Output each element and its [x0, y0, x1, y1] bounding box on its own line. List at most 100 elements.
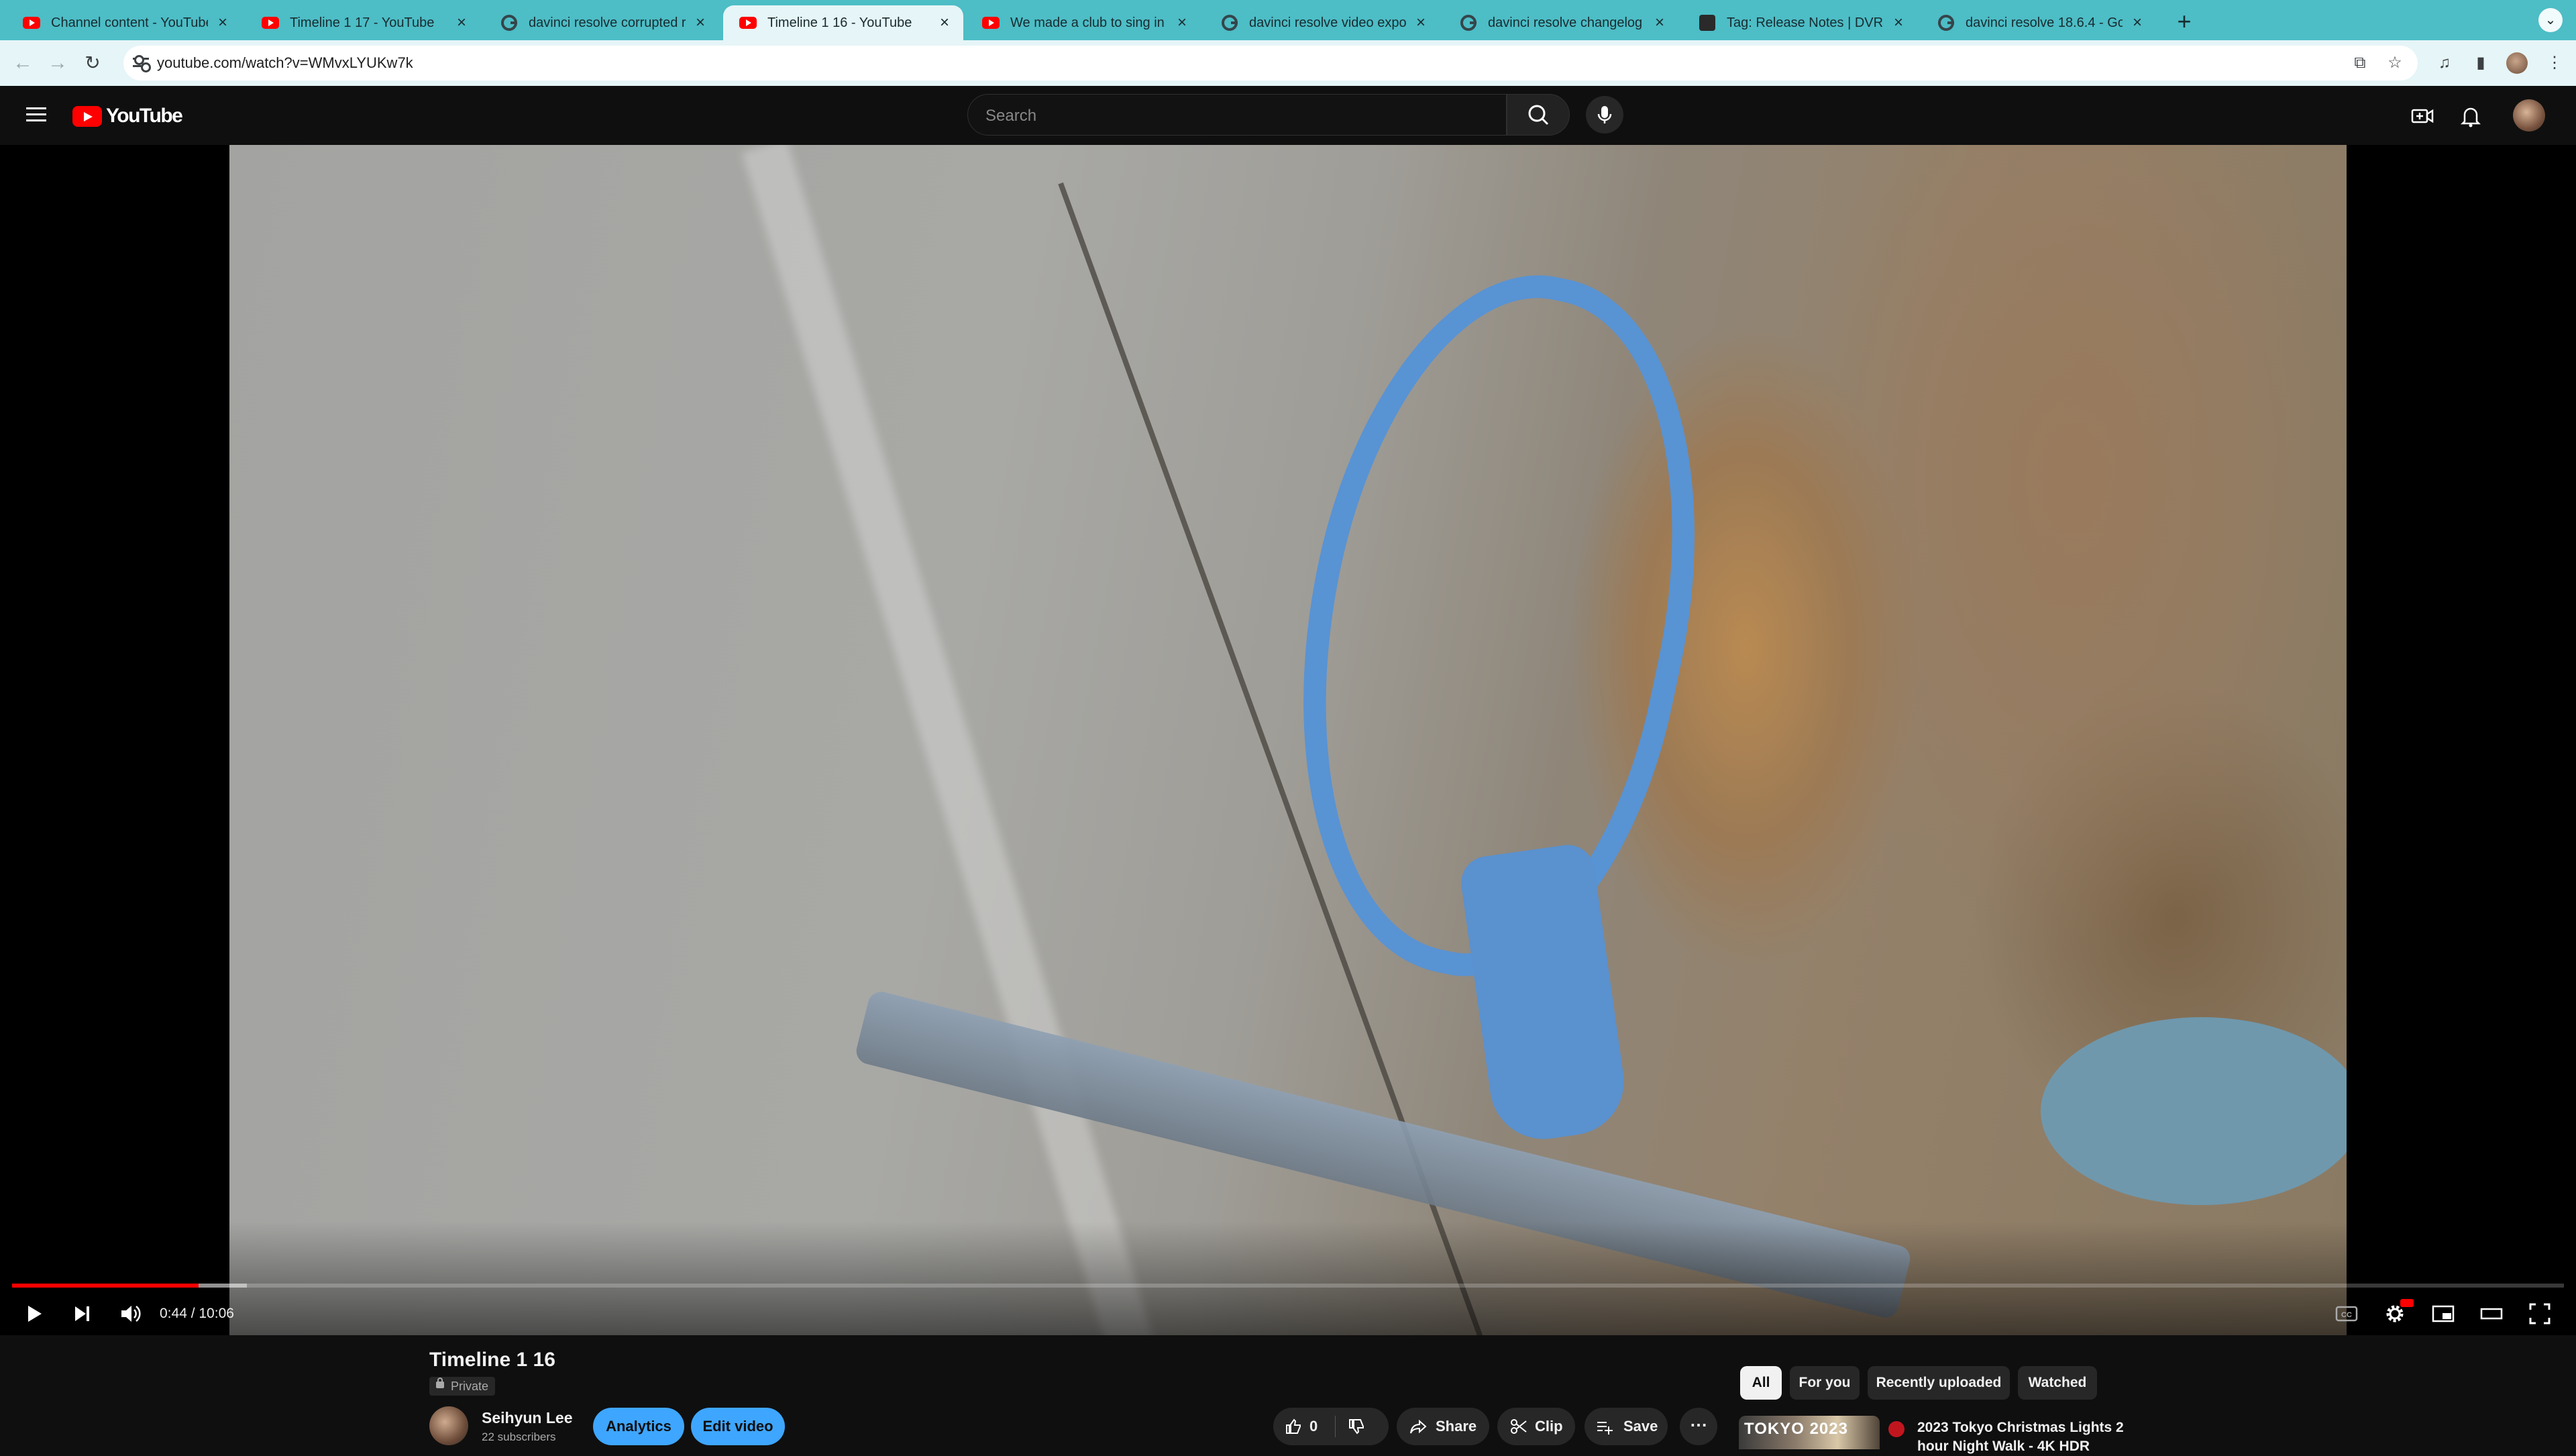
recommendation-thumbnail[interactable]: TOKYO 2023	[1739, 1416, 1880, 1449]
dvresolve-favicon-icon	[1699, 14, 1716, 32]
lock-icon	[436, 1377, 444, 1388]
search-button[interactable]	[1507, 94, 1570, 136]
hd-badge-icon	[2400, 1299, 2414, 1307]
media-controls-icon[interactable]: ♫	[2434, 52, 2455, 74]
more-menu-icon[interactable]: ⋮	[2544, 52, 2565, 74]
progress-bar[interactable]	[12, 1284, 2564, 1288]
google-favicon-icon	[1937, 14, 1955, 32]
notifications-bell-icon[interactable]	[2458, 103, 2483, 129]
thumbnail-text: TOKYO 2023	[1744, 1420, 1848, 1438]
theater-mode-icon[interactable]	[2475, 1298, 2508, 1330]
browser-profile-avatar[interactable]	[2506, 52, 2528, 74]
save-playlist-add-icon	[1597, 1422, 1613, 1435]
address-bar[interactable]: youtube.com/watch?v=WMvxLYUKw7k ⧉ ☆	[123, 46, 2418, 81]
site-info-tune-icon[interactable]	[131, 54, 152, 72]
close-icon[interactable]: ×	[1889, 13, 1908, 32]
close-icon[interactable]: ×	[691, 13, 710, 32]
clip-button[interactable]: Clip	[1497, 1408, 1575, 1445]
tab-dvresolve-release-notes[interactable]: Tag: Release Notes | DVResolve ×	[1682, 5, 1917, 40]
youtube-favicon-icon	[262, 14, 279, 32]
search-input[interactable]: Search	[967, 94, 1507, 136]
channel-badge-icon	[1888, 1421, 1904, 1437]
close-icon[interactable]: ×	[2128, 13, 2147, 32]
next-video-icon[interactable]	[66, 1298, 98, 1330]
share-label: Share	[1436, 1418, 1477, 1435]
chip-all[interactable]: All	[1740, 1366, 1782, 1400]
tab-timeline-1-17[interactable]: Timeline 1 17 - YouTube ×	[246, 5, 480, 40]
subtitles-cc-icon[interactable]: CC	[2330, 1298, 2363, 1330]
voice-search-button[interactable]	[1586, 96, 1623, 134]
volume-icon[interactable]	[114, 1298, 146, 1330]
analytics-button[interactable]: Analytics	[593, 1408, 684, 1445]
recommendation-title[interactable]: 2023 Tokyo Christmas Lights 2 hour Night…	[1917, 1418, 2145, 1456]
close-icon[interactable]: ×	[1173, 13, 1191, 32]
tab-title: davinci resolve changelog - Google	[1488, 15, 1645, 30]
reload-icon[interactable]: ↻	[79, 50, 106, 76]
forward-arrow-icon[interactable]: →	[44, 50, 71, 76]
youtube-logo[interactable]: YouTube	[72, 105, 183, 127]
miniplayer-icon[interactable]	[2427, 1298, 2459, 1330]
youtube-favicon-icon	[982, 14, 1000, 32]
close-icon[interactable]: ×	[452, 13, 471, 32]
progress-played	[12, 1284, 199, 1288]
account-avatar[interactable]	[2513, 99, 2545, 132]
back-arrow-icon[interactable]: ←	[9, 50, 36, 76]
channel-name[interactable]: Seihyun Lee	[482, 1409, 572, 1427]
create-video-icon[interactable]	[2410, 103, 2435, 129]
chip-for-you[interactable]: For you	[1790, 1366, 1860, 1400]
youtube-favicon-icon	[739, 14, 757, 32]
tab-google-search-18-6-4[interactable]: davinci resolve 18.6.4 - Google ×	[1921, 5, 2156, 40]
video-title: Timeline 1 16	[429, 1349, 555, 1371]
google-favicon-icon	[500, 14, 518, 32]
tab-search-chevron-icon[interactable]: ⌄	[2538, 8, 2563, 32]
side-panel-icon[interactable]: ▮	[2470, 52, 2491, 74]
thumbs-down-icon[interactable]	[1347, 1417, 1366, 1436]
close-icon[interactable]: ×	[1411, 13, 1430, 32]
close-icon[interactable]: ×	[1650, 13, 1669, 32]
thumbs-up-icon[interactable]	[1284, 1417, 1303, 1436]
tab-club-to-sing[interactable]: We made a club to sing in school ×	[966, 5, 1201, 40]
close-icon[interactable]: ×	[935, 13, 954, 32]
chip-recently-uploaded[interactable]: Recently uploaded	[1868, 1366, 2010, 1400]
chip-watched[interactable]: Watched	[2018, 1366, 2097, 1400]
bookmark-star-icon[interactable]: ☆	[2385, 54, 2404, 72]
share-button[interactable]: Share	[1397, 1408, 1489, 1445]
url-text[interactable]: youtube.com/watch?v=WMvxLYUKw7k	[157, 54, 413, 72]
google-favicon-icon	[1460, 14, 1477, 32]
tab-channel-content[interactable]: Channel content - YouTube Studio ×	[7, 5, 241, 40]
like-count[interactable]: 0	[1309, 1408, 1318, 1445]
close-icon[interactable]: ×	[213, 13, 232, 32]
save-button[interactable]: Save	[1585, 1408, 1668, 1445]
save-label: Save	[1623, 1418, 1658, 1435]
tab-title: Tag: Release Notes | DVResolve	[1727, 15, 1884, 30]
microphone-icon	[1597, 106, 1612, 123]
channel-avatar[interactable]	[429, 1406, 468, 1445]
install-app-icon[interactable]: ⧉	[2351, 54, 2369, 72]
clip-label: Clip	[1535, 1418, 1563, 1435]
play-icon[interactable]	[17, 1298, 50, 1330]
video-player[interactable]: 0:44 / 10:06 CC	[0, 145, 2576, 1335]
fullscreen-icon[interactable]	[2524, 1298, 2556, 1330]
google-favicon-icon	[1221, 14, 1238, 32]
like-dislike-group: 0	[1273, 1408, 1389, 1445]
tab-google-search-export[interactable]: davinci resolve video export - Google ×	[1205, 5, 1440, 40]
edit-video-button[interactable]: Edit video	[691, 1408, 785, 1445]
new-tab-plus-icon[interactable]: +	[2171, 8, 2198, 35]
share-arrow-icon	[1410, 1419, 1427, 1434]
search-icon	[1528, 105, 1549, 125]
tab-title: davinci resolve 18.6.4 - Google	[1966, 15, 2123, 30]
tab-timeline-1-16-active[interactable]: Timeline 1 16 - YouTube ×	[723, 5, 963, 40]
tab-title: Channel content - YouTube Studio	[51, 15, 208, 30]
tab-google-search-corrupted[interactable]: davinci resolve corrupted render ×	[484, 5, 719, 40]
tab-google-search-changelog[interactable]: davinci resolve changelog - Google ×	[1444, 5, 1678, 40]
menu-hamburger-icon[interactable]	[24, 105, 48, 125]
visibility-badge: Private	[429, 1377, 496, 1396]
svg-text:CC: CC	[2341, 1311, 2352, 1319]
browser-toolbar: ← → ↻ youtube.com/watch?v=WMvxLYUKw7k ⧉ …	[0, 40, 2576, 86]
tab-title: davinci resolve corrupted render	[529, 15, 686, 30]
subscriber-count: 22 subscribers	[482, 1431, 556, 1443]
more-actions-icon[interactable]: ⋯	[1680, 1408, 1717, 1445]
video-frame[interactable]	[229, 145, 2347, 1335]
tab-title: We made a club to sing in school	[1010, 15, 1167, 30]
visibility-label: Private	[451, 1380, 489, 1393]
